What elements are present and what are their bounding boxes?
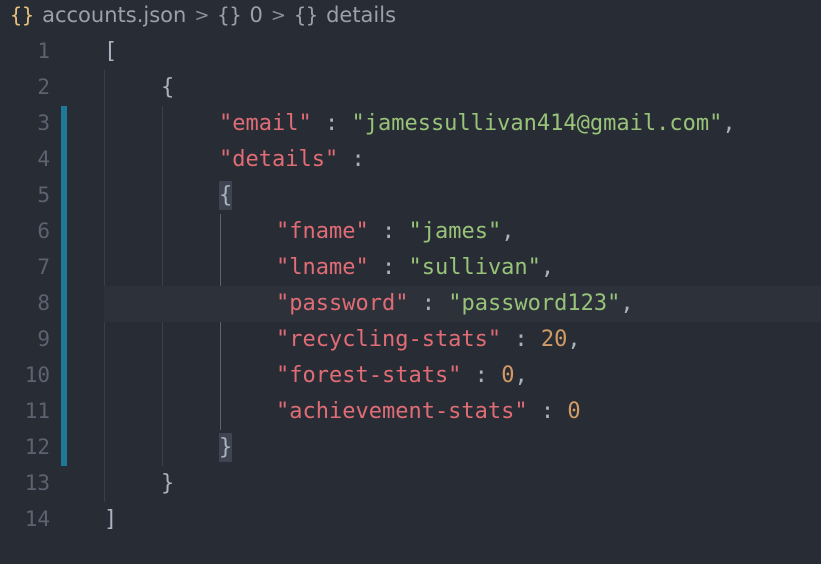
colon: : bbox=[501, 327, 541, 352]
line-number: 11 bbox=[24, 399, 50, 423]
line-number: 14 bbox=[24, 507, 50, 531]
code-line: 2 { bbox=[0, 70, 821, 106]
chevron-right-icon: > bbox=[270, 4, 286, 26]
code-line: 1 [ bbox=[0, 34, 821, 70]
code-line-active: 8 "password" : "password123", bbox=[0, 286, 821, 322]
json-key: "lname" bbox=[276, 255, 369, 280]
json-string-value: "jamessullivan414@gmail.com" bbox=[351, 111, 723, 136]
line-number: 4 bbox=[37, 147, 50, 171]
json-key: "fname" bbox=[276, 219, 369, 244]
json-file-icon: {} bbox=[10, 3, 35, 27]
code-line: 4 "details" : bbox=[0, 142, 821, 178]
code-editor[interactable]: 1 [ 2 { 3 "email" : "jamessullivan414@gm… bbox=[0, 34, 821, 564]
breadcrumb-segment-0[interactable]: 0 bbox=[250, 3, 263, 27]
json-key: "email" bbox=[219, 111, 312, 136]
code-line: 10 "forest-stats" : 0, bbox=[0, 358, 821, 394]
colon: : bbox=[408, 291, 449, 316]
comma: , bbox=[501, 219, 515, 244]
code-line: 6 "fname" : "james", bbox=[0, 214, 821, 250]
code-line: 9 "recycling-stats" : 20, bbox=[0, 322, 821, 358]
json-string-value: "james" bbox=[408, 219, 502, 244]
code-text: "recycling-stats" : 20, bbox=[276, 326, 581, 354]
code-line: 11 "achievement-stats" : 0 bbox=[0, 394, 821, 430]
line-number: 5 bbox=[37, 183, 50, 207]
brace: } bbox=[161, 471, 175, 496]
colon: : bbox=[368, 219, 409, 244]
code-text: [ bbox=[104, 38, 117, 66]
json-key: "details" bbox=[219, 147, 339, 172]
line-number: 9 bbox=[37, 327, 50, 351]
json-key: "password" bbox=[276, 291, 409, 316]
bracket: [ bbox=[104, 39, 118, 64]
code-text: } bbox=[161, 470, 174, 498]
comma: , bbox=[722, 111, 736, 136]
json-key: "achievement-stats" bbox=[276, 399, 528, 424]
colon: : bbox=[368, 255, 409, 280]
json-number-value: 0 bbox=[501, 363, 515, 388]
line-number: 3 bbox=[37, 111, 50, 135]
json-number-value: 20 bbox=[540, 327, 568, 352]
object-icon: {} bbox=[293, 3, 319, 27]
code-text: "forest-stats" : 0, bbox=[276, 362, 528, 390]
breadcrumb-segment-details[interactable]: details bbox=[326, 3, 396, 27]
comma: , bbox=[540, 255, 555, 280]
colon: : bbox=[311, 111, 352, 136]
json-key: "recycling-stats" bbox=[276, 327, 502, 352]
json-number-value: 0 bbox=[567, 399, 581, 424]
matched-brace: { bbox=[219, 181, 233, 210]
code-line: 14 ] bbox=[0, 502, 821, 538]
code-text: "email" : "jamessullivan414@gmail.com", bbox=[219, 110, 736, 138]
code-text: "password" : "password123", bbox=[276, 290, 634, 318]
chevron-right-icon: > bbox=[194, 4, 210, 26]
colon: : bbox=[461, 363, 502, 388]
code-text: { bbox=[161, 74, 174, 102]
object-icon: {} bbox=[217, 3, 242, 27]
comma: , bbox=[567, 327, 581, 352]
json-string-value: "sullivan" bbox=[408, 255, 541, 280]
code-line: 12 } bbox=[0, 430, 821, 466]
comma: , bbox=[620, 291, 634, 316]
breadcrumb: {} accounts.json > {} 0 > {} details bbox=[0, 0, 821, 30]
code-text: "fname" : "james", bbox=[276, 218, 514, 246]
line-number: 12 bbox=[24, 435, 50, 459]
code-text: "details" : bbox=[219, 146, 365, 174]
matched-brace: } bbox=[219, 433, 233, 462]
code-line: 3 "email" : "jamessullivan414@gmail.com"… bbox=[0, 106, 821, 142]
breadcrumb-file[interactable]: accounts.json bbox=[42, 3, 186, 27]
colon: : bbox=[338, 147, 365, 172]
code-text: { bbox=[219, 181, 233, 210]
bracket: ] bbox=[104, 507, 118, 532]
code-line: 13 } bbox=[0, 466, 821, 502]
comma: , bbox=[514, 363, 528, 388]
line-number: 7 bbox=[37, 255, 50, 279]
code-text: } bbox=[219, 433, 233, 462]
code-text: ] bbox=[104, 506, 117, 534]
json-string-value: "password123" bbox=[448, 291, 621, 316]
code-text: "lname" : "sullivan", bbox=[276, 254, 554, 282]
code-line: 7 "lname" : "sullivan", bbox=[0, 250, 821, 286]
line-number: 8 bbox=[37, 291, 50, 315]
code-text: "achievement-stats" : 0 bbox=[276, 398, 581, 426]
line-number: 13 bbox=[24, 471, 50, 495]
code-line: 5 { bbox=[0, 178, 821, 214]
line-number: 2 bbox=[37, 75, 50, 99]
line-number: 1 bbox=[37, 39, 50, 63]
json-key: "forest-stats" bbox=[276, 363, 462, 388]
line-number: 10 bbox=[24, 363, 50, 387]
line-number: 6 bbox=[37, 219, 50, 243]
brace: { bbox=[161, 75, 175, 100]
colon: : bbox=[527, 399, 568, 424]
